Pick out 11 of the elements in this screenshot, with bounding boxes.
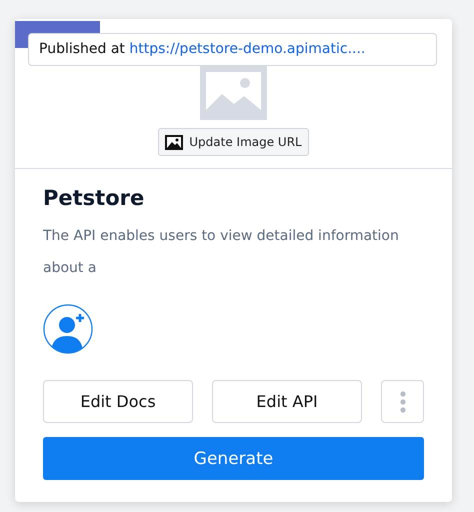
add-user-icon[interactable] (43, 304, 93, 354)
edit-button[interactable]: Edit API (212, 380, 362, 423)
api-description: The API enables users to view detailed information about a (43, 227, 400, 278)
generate-button[interactable]: Generate (43, 437, 424, 480)
edit-button[interactable]: Edit Docs (43, 380, 193, 423)
tooltip-text: Published at (39, 41, 126, 57)
update-image-button[interactable]: Update Image URL (158, 128, 309, 156)
api-title: Petstore (43, 186, 146, 212)
more-icon (400, 390, 406, 412)
published-link[interactable]: https://petstore-demo.apimatic.... (129, 41, 366, 57)
image-icon (165, 134, 184, 150)
